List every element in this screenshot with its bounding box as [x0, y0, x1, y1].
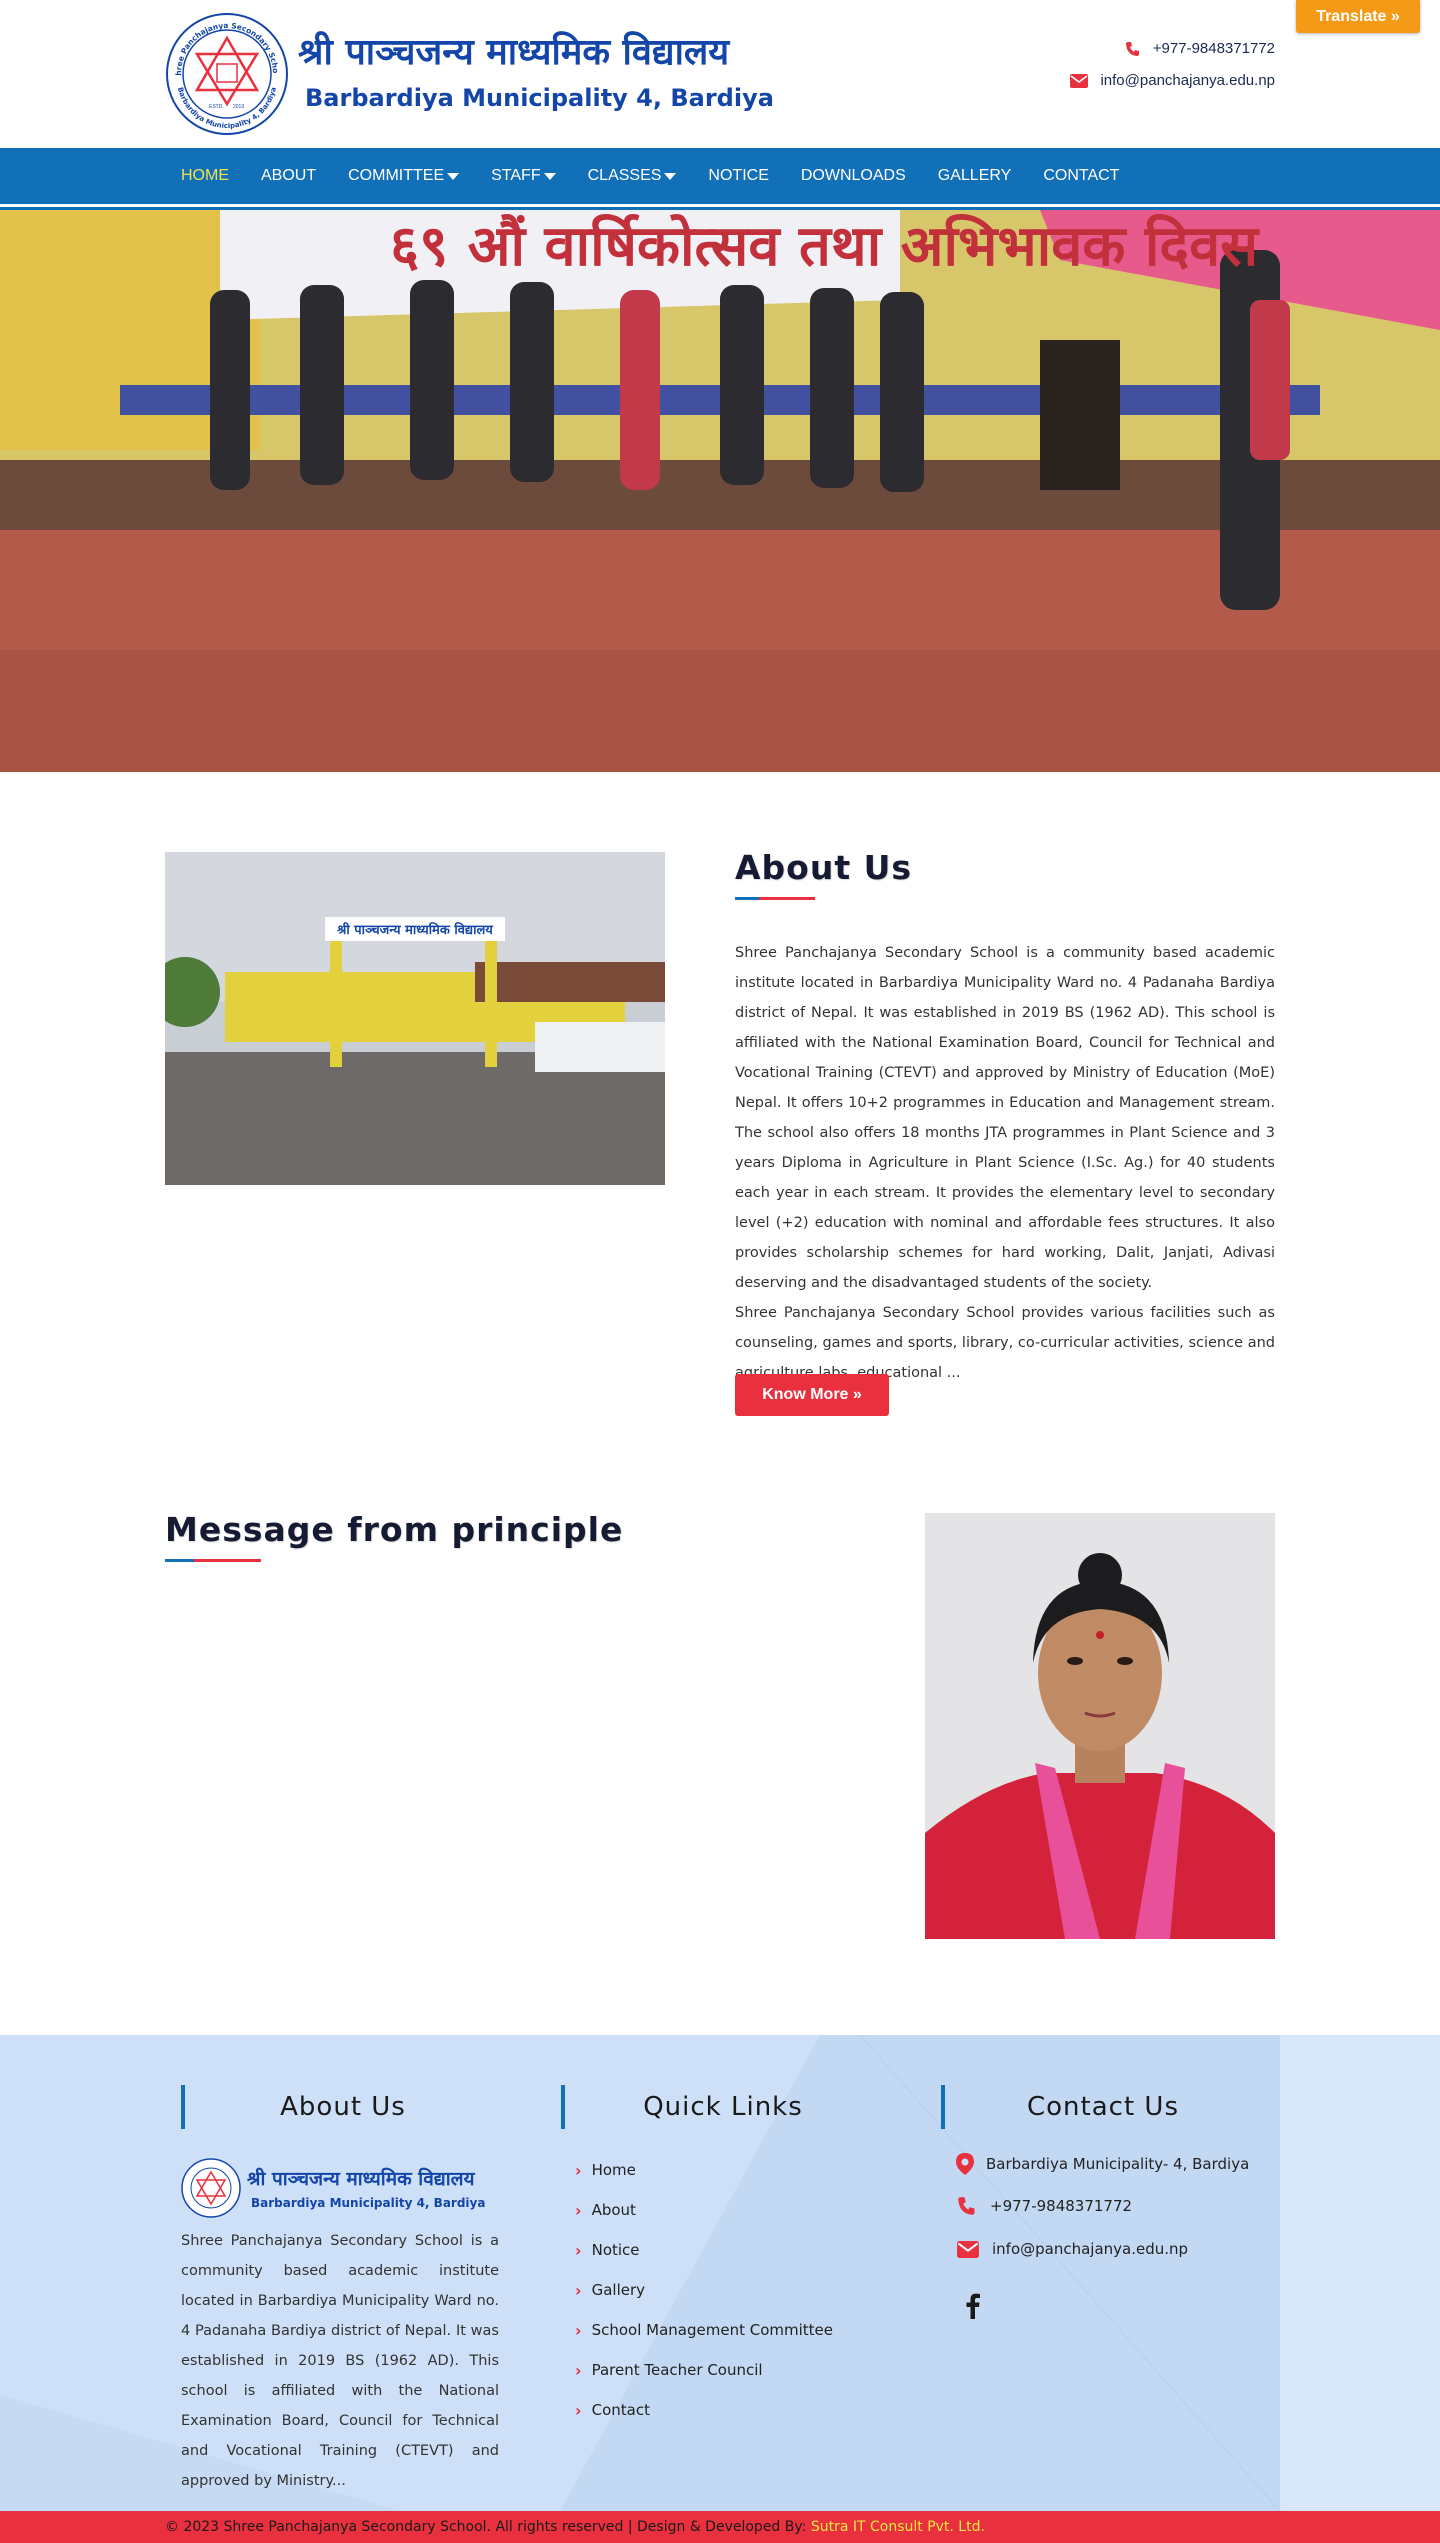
caret-down-icon — [664, 172, 677, 180]
footer-quick-links-title: Quick Links — [561, 2085, 881, 2129]
know-more-button[interactable]: Know More » — [735, 1374, 889, 1416]
caret-down-icon — [543, 172, 556, 180]
school-location: Barbardiya Municipality 4, Bardiya — [305, 84, 774, 112]
footer-address-text: Barbardiya Municipality- 4, Bardiya — [986, 2155, 1250, 2173]
footer-logo-name: श्री पाञ्चजन्य माध्यमिक विद्यालय — [247, 2167, 476, 2190]
footer-link-gallery[interactable]: › Gallery — [575, 2270, 833, 2310]
nav-item-committee[interactable]: COMMITTEE — [332, 167, 475, 185]
copyright-text: © 2023 Shree Panchajanya Secondary Schoo… — [165, 2519, 985, 2535]
envelope-icon — [957, 2240, 979, 2258]
footer-link-home[interactable]: › Home — [575, 2150, 833, 2190]
nav-item-gallery[interactable]: GALLERY — [922, 167, 1028, 185]
footer-link-notice[interactable]: › Notice — [575, 2230, 833, 2270]
envelope-icon — [1070, 73, 1089, 88]
footer-link-ptc[interactable]: › Parent Teacher Council — [575, 2350, 833, 2390]
header-email[interactable]: info@panchajanya.edu.np — [1070, 72, 1275, 89]
main-nav: HOME ABOUT COMMITTEE STAFF CLASSES NOTIC… — [0, 148, 1440, 204]
footer-contact-title: Contact Us — [941, 2085, 1261, 2129]
message-heading: Message from principle — [165, 1510, 623, 1562]
facebook-icon — [966, 2293, 980, 2319]
nav-item-downloads[interactable]: DOWNLOADS — [785, 167, 922, 185]
nav-item-staff[interactable]: STAFF — [475, 167, 571, 185]
footer-logo-graphic: श्री पाञ्चजन्य माध्यमिक विद्यालय Barbard… — [181, 2158, 485, 2218]
footer-quick-links: › Home › About › Notice › Gallery › School Ma… — [575, 2150, 833, 2430]
nav-item-contact[interactable]: CONTACT — [1027, 167, 1135, 185]
translate-button[interactable]: Translate » — [1296, 0, 1420, 33]
footer-phone[interactable]: +977-9848371772 — [956, 2196, 1132, 2216]
title-underline — [165, 1559, 261, 1562]
principal-photo — [925, 1513, 1275, 1939]
chevron-right-icon: › — [575, 2400, 582, 2420]
site-header: Shree Panchajanya Secondary School Barba… — [0, 0, 1440, 148]
copyright-bar: © 2023 Shree Panchajanya Secondary Schoo… — [0, 2511, 1440, 2543]
footer-link-contact[interactable]: › Contact — [575, 2390, 833, 2430]
facebook-link[interactable] — [966, 2293, 980, 2324]
svg-text:2019: 2019 — [233, 104, 244, 110]
nav-item-about[interactable]: ABOUT — [245, 167, 332, 185]
nav-item-classes[interactable]: CLASSES — [572, 167, 693, 185]
principal-portrait — [925, 1513, 1275, 1939]
header-phone-text: +977-9848371772 — [1152, 40, 1275, 57]
nav-item-notice[interactable]: NOTICE — [692, 167, 784, 185]
copyright-label: © 2023 Shree Panchajanya Secondary Schoo… — [165, 2519, 811, 2535]
footer-phone-text: +977-9848371772 — [990, 2197, 1133, 2215]
footer-logo-sub: Barbardiya Municipality 4, Bardiya — [251, 2196, 485, 2210]
hero-banner-text: ६९ औं वार्षिकोत्सव तथा अभिभावक दिवस — [390, 213, 1260, 279]
school-gate-image[interactable]: श्री पाञ्चजन्य माध्यमिक विद्यालय — [165, 852, 665, 1185]
about-paragraph-1: Shree Panchajanya Secondary School is a … — [735, 945, 1275, 1291]
svg-text:ESTD.: ESTD. — [209, 104, 224, 110]
footer-link-about[interactable]: › About — [575, 2190, 833, 2230]
chevron-right-icon: › — [575, 2280, 582, 2300]
footer-email-text: info@panchajanya.edu.np — [992, 2240, 1189, 2258]
header-email-text: info@panchajanya.edu.np — [1100, 72, 1275, 89]
developer-link[interactable]: Sutra IT Consult Pvt. Ltd. — [811, 2519, 985, 2535]
nav-item-home[interactable]: HOME — [165, 167, 245, 185]
hero-slider-image[interactable]: ६९ औं वार्षिकोत्सव तथा अभिभावक दिवस — [0, 210, 1440, 772]
about-heading: About Us — [735, 848, 912, 900]
phone-icon — [1125, 41, 1139, 56]
header-phone[interactable]: +977-9848371772 — [1125, 40, 1275, 57]
about-title: About Us — [735, 848, 913, 887]
footer-address: Barbardiya Municipality- 4, Bardiya — [956, 2153, 1249, 2175]
school-logo-seal[interactable]: Shree Panchajanya Secondary School Barba… — [165, 12, 289, 136]
nav-list: HOME ABOUT COMMITTEE STAFF CLASSES NOTIC… — [165, 148, 1135, 204]
map-pin-icon — [956, 2153, 974, 2175]
phone-icon — [958, 2197, 975, 2215]
school-name-nepali[interactable]: श्री पाञ्चजन्य माध्यमिक विद्यालय — [298, 26, 729, 75]
message-title: Message from principle — [165, 1510, 624, 1549]
footer-about-text: Shree Panchajanya Secondary School is a … — [181, 2233, 499, 2489]
title-underline — [735, 897, 815, 900]
chevron-right-icon: › — [575, 2240, 582, 2260]
chevron-right-icon: › — [575, 2360, 582, 2380]
footer-about-title: About Us — [181, 2085, 501, 2129]
gate-sign-text: श्री पाञ्चजन्य माध्यमिक विद्यालय — [336, 922, 493, 938]
about-text: Shree Panchajanya Secondary School is a … — [735, 938, 1275, 1388]
footer-email[interactable]: info@panchajanya.edu.np — [956, 2240, 1188, 2258]
caret-down-icon — [447, 172, 460, 180]
school-gate-photo: श्री पाञ्चजन्य माध्यमिक विद्यालय — [165, 852, 665, 1185]
chevron-right-icon: › — [575, 2160, 582, 2180]
hero-photo: ६९ औं वार्षिकोत्सव तथा अभिभावक दिवस — [0, 210, 1440, 772]
chevron-right-icon: › — [575, 2200, 582, 2220]
chevron-right-icon: › — [575, 2320, 582, 2340]
footer-logo[interactable]: श्री पाञ्चजन्य माध्यमिक विद्यालय Barbard… — [181, 2157, 501, 2219]
footer-link-smc[interactable]: › School Management Committee — [575, 2310, 833, 2350]
